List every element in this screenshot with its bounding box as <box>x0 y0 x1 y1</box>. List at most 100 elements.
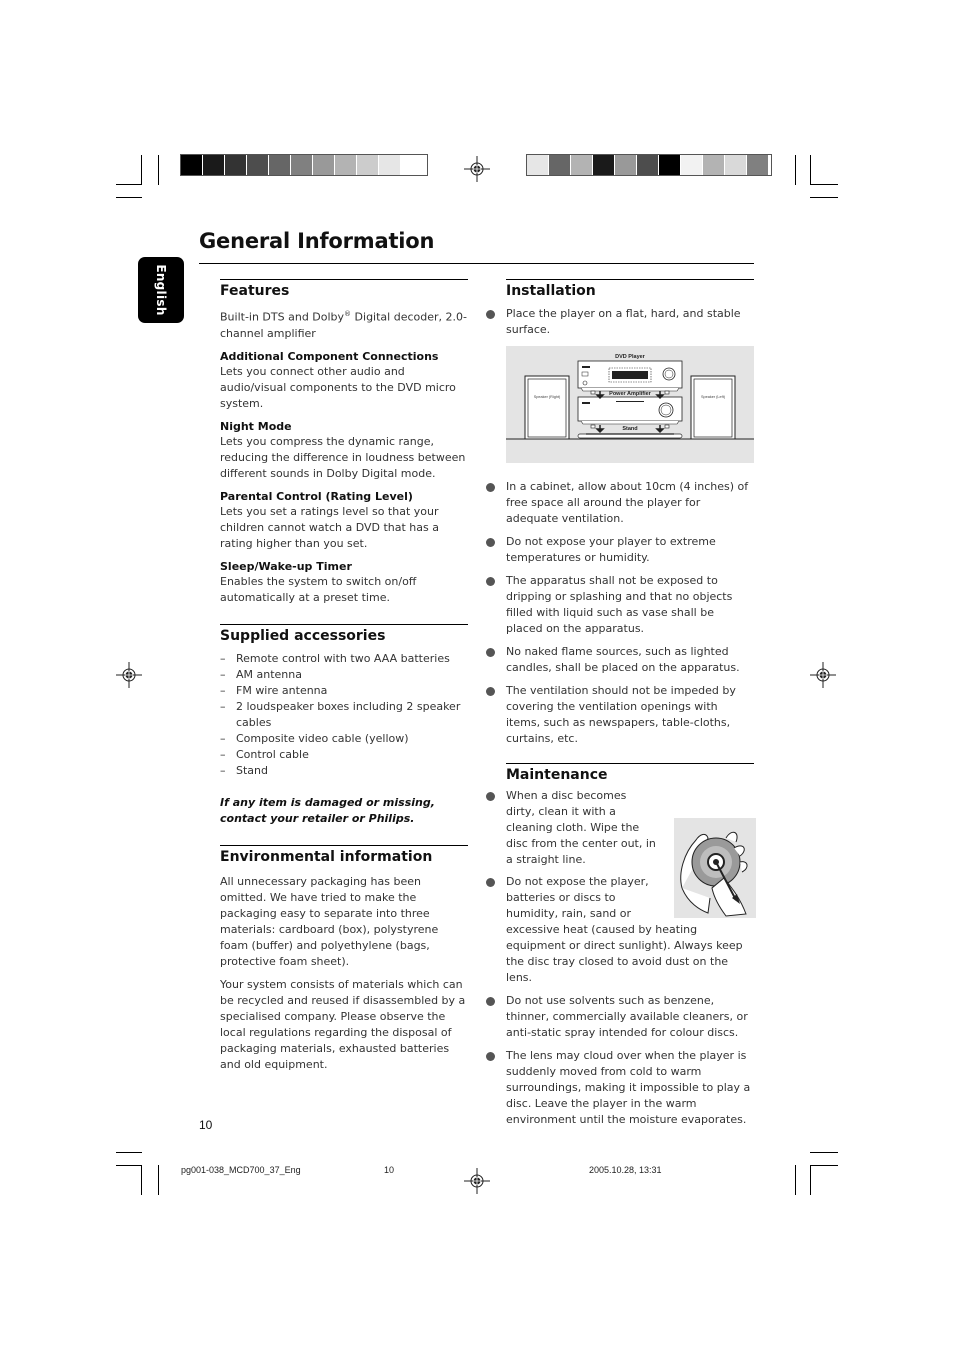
color-swatch <box>401 155 423 175</box>
disc-cleaning-illustration <box>674 818 756 918</box>
crop-mark <box>116 184 142 185</box>
feature-heading: Additional Component Connections <box>220 349 439 363</box>
crop-mark <box>116 1152 142 1153</box>
section-divider <box>220 623 468 625</box>
crop-mark <box>795 1165 796 1195</box>
crop-mark <box>116 1165 142 1166</box>
features-list: Additional Component Connections Lets you… <box>220 350 468 606</box>
section-divider <box>506 763 754 764</box>
color-swatch <box>637 155 659 175</box>
right-column: Installation Place the player on a flat,… <box>486 279 756 1135</box>
list-item: In a cabinet, allow about 10cm (4 inches… <box>486 479 754 527</box>
color-swatch <box>269 155 291 175</box>
section-divider <box>506 279 754 280</box>
bullet-icon <box>486 997 495 1006</box>
system-setup-illustration: DVD Player Power Amplifier Stand Speaker… <box>506 354 754 440</box>
color-swatch <box>747 155 769 175</box>
features-intro: Built-in DTS and Dolby® Digital decoder,… <box>220 310 467 340</box>
section-divider <box>220 279 468 280</box>
list-item: The apparatus shall not be exposed to dr… <box>486 573 754 637</box>
crop-mark <box>158 155 159 185</box>
label-stand: Stand <box>622 426 637 432</box>
color-swatch <box>725 155 747 175</box>
list-item-text: Place the player on a flat, hard, and st… <box>506 307 741 336</box>
color-swatch <box>357 155 379 175</box>
registration-mark-icon <box>464 1168 490 1194</box>
maintenance-list: When a disc becomes dirty, clean it with… <box>486 788 756 1128</box>
registration-mark-icon <box>116 662 142 688</box>
bullet-icon <box>486 1052 495 1061</box>
language-tab: English <box>138 257 184 323</box>
registration-mark-icon <box>810 662 836 688</box>
list-item: Do not expose the player, batteries or d… <box>486 818 756 986</box>
environment-paragraph: All unnecessary packaging has been omitt… <box>220 874 439 968</box>
installation-diagram: DVD Player Power Amplifier Stand Speaker… <box>506 346 754 463</box>
registered-mark: ® <box>344 310 352 318</box>
list-item-text: The apparatus shall not be exposed to dr… <box>506 574 733 635</box>
accessory-item: FM wire antenna <box>220 683 468 699</box>
bullet-icon <box>486 310 495 319</box>
environment-section: Environmental information All unnecessar… <box>220 844 468 1073</box>
bullet-icon <box>486 538 495 547</box>
list-item-text: The ventilation should not be impeded by… <box>506 684 736 745</box>
feature-description: Lets you set a ratings level so that you… <box>220 504 439 550</box>
color-swatch <box>335 155 357 175</box>
disc-wipe-icon <box>680 831 748 917</box>
color-swatch <box>615 155 637 175</box>
title-divider <box>199 263 754 264</box>
feature-heading: Sleep/Wake-up Timer <box>220 559 352 573</box>
environment-paragraph: Your system consists of materials which … <box>220 977 466 1071</box>
installation-list: In a cabinet, allow about 10cm (4 inches… <box>486 479 754 747</box>
color-swatch <box>659 155 681 175</box>
list-item: No naked flame sources, such as lighted … <box>486 644 754 676</box>
feature-description: Lets you connect other audio and audio/v… <box>220 364 456 410</box>
crop-mark <box>810 155 811 185</box>
features-section: Features Built-in DTS and Dolby® Digital… <box>220 279 468 606</box>
color-swatch <box>703 155 725 175</box>
installation-section: Installation Place the player on a flat,… <box>486 279 754 747</box>
installation-heading: Installation <box>506 283 596 299</box>
crop-mark <box>810 1152 838 1153</box>
bullet-icon <box>486 648 495 657</box>
accessories-heading: Supplied accessories <box>220 627 386 644</box>
features-heading: Features <box>220 283 290 299</box>
list-item: Do not use solvents such as benzene, thi… <box>486 993 754 1041</box>
bullet-icon <box>486 577 495 586</box>
crop-mark <box>158 1165 159 1195</box>
color-swatch <box>225 155 247 175</box>
label-speaker-right: Speaker (Right) <box>534 395 561 399</box>
footer-file-name: pg001-038_MCD700_37_Eng <box>181 1165 301 1175</box>
label-speaker-left: Speaker (Left) <box>701 395 726 399</box>
accessories-section: Supplied accessories Remote control with… <box>220 623 468 827</box>
bullet-icon <box>486 792 495 801</box>
color-swatch <box>247 155 269 175</box>
maintenance-section: Maintenance When a disc becomes dirty, c… <box>486 763 756 1128</box>
grayscale-bar-right <box>526 154 772 176</box>
crop-mark <box>810 184 838 185</box>
list-item-text: Do not use solvents such as benzene, thi… <box>506 994 748 1039</box>
footer-page: 10 <box>384 1165 395 1175</box>
feature-description: Lets you compress the dynamic range, red… <box>220 434 466 480</box>
maintenance-heading: Maintenance <box>506 767 608 783</box>
crop-mark <box>810 1165 811 1195</box>
accessory-item: Stand <box>220 763 468 779</box>
registration-mark-icon <box>464 156 490 182</box>
accessory-item: 2 loudspeaker boxes including 2 speaker … <box>220 699 468 731</box>
bullet-icon <box>486 687 495 696</box>
bullet-icon <box>486 483 495 492</box>
list-item-text: No naked flame sources, such as lighted … <box>506 645 740 674</box>
accessories-note: If any item is damaged or missing, conta… <box>220 795 435 825</box>
accessory-item: Composite video cable (yellow) <box>220 731 468 747</box>
feature-heading: Parental Control (Rating Level) <box>220 489 413 503</box>
list-item: The ventilation should not be impeded by… <box>486 683 754 747</box>
list-item: The lens may cloud over when the player … <box>486 1048 754 1128</box>
list-item-text: Do not expose your player to extreme tem… <box>506 535 716 564</box>
crop-mark <box>810 1165 838 1166</box>
left-column: Features Built-in DTS and Dolby® Digital… <box>220 279 468 1080</box>
color-swatch <box>681 155 703 175</box>
color-swatch <box>181 155 203 175</box>
accessory-item: AM antenna <box>220 667 468 683</box>
color-swatch <box>291 155 313 175</box>
color-swatch <box>527 155 549 175</box>
color-swatch <box>379 155 401 175</box>
